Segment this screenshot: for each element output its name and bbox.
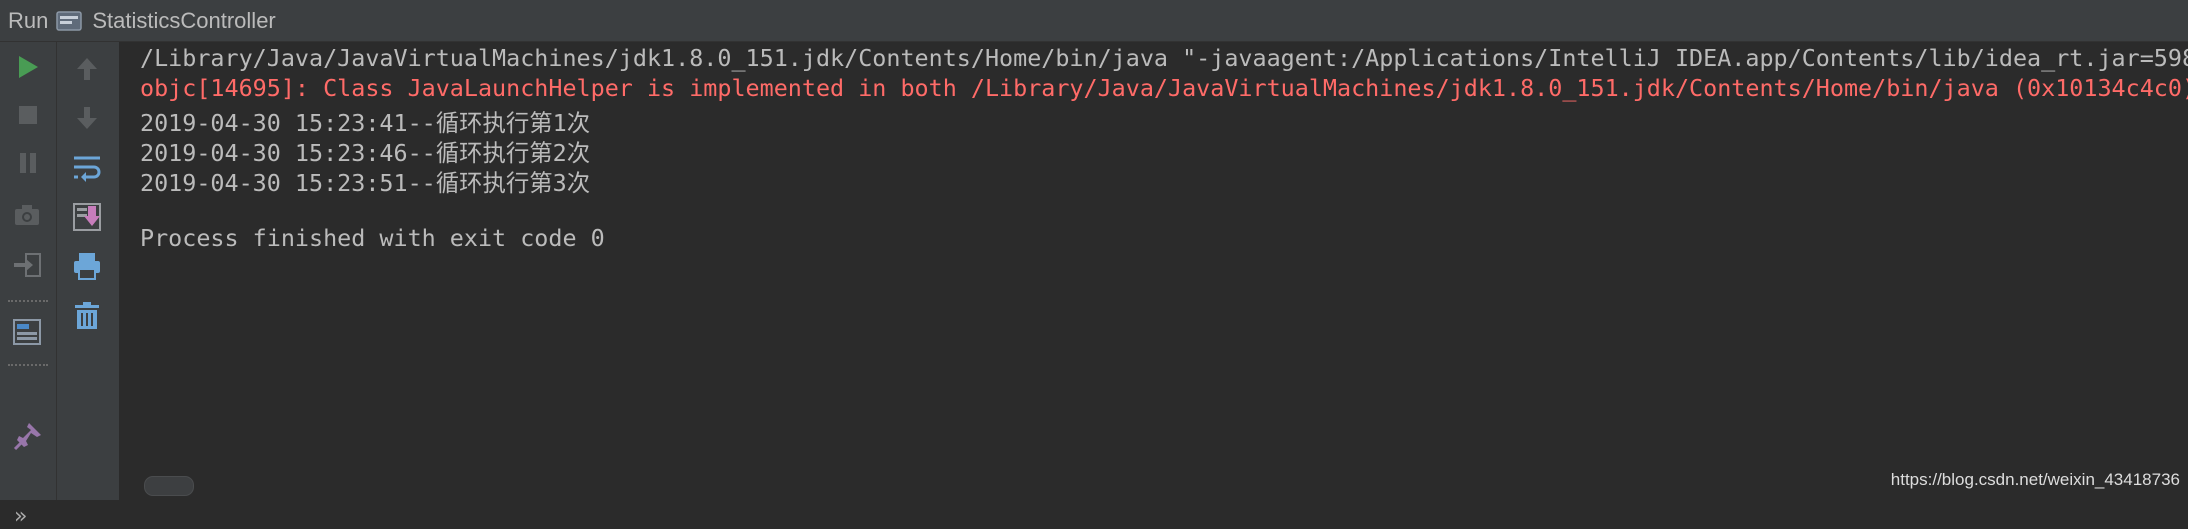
pin-icon — [13, 423, 41, 451]
toolbar-separator — [8, 364, 48, 366]
trash-icon — [75, 302, 99, 329]
run-tool-window-header: Run StatisticsController — [0, 0, 2188, 42]
clear-all-button[interactable] — [69, 298, 105, 334]
horizontal-scrollbar-thumb[interactable] — [144, 476, 194, 496]
toolbar-separator — [8, 300, 48, 302]
soft-wrap-button[interactable] — [69, 150, 105, 186]
console-output[interactable]: /Library/Java/JavaVirtualMachines/jdk1.8… — [120, 42, 2188, 500]
scroll-to-end-button[interactable] — [69, 199, 105, 235]
restore-layout-button[interactable] — [9, 314, 45, 350]
pin-tab-button[interactable] — [10, 418, 46, 454]
soft-wrap-icon — [74, 156, 101, 182]
exit-icon — [14, 253, 41, 277]
run-toolbar-secondary — [57, 42, 120, 500]
console-line-error: objc[14695]: Class JavaLaunchHelper is i… — [140, 74, 2188, 102]
pause-button[interactable] — [10, 145, 46, 181]
up-arrow-icon — [77, 58, 97, 80]
rerun-icon — [19, 56, 38, 78]
console-line: 2019-04-30 15:23:51--循环执行第3次 — [140, 169, 591, 197]
run-configuration-name[interactable]: StatisticsController — [92, 8, 275, 34]
previous-occurrence-button[interactable] — [69, 51, 105, 87]
console-line: /Library/Java/JavaVirtualMachines/jdk1.8… — [140, 44, 2188, 72]
console-line: 2019-04-30 15:23:46--循环执行第2次 — [140, 139, 591, 167]
down-arrow-icon — [77, 107, 97, 129]
pause-icon — [20, 153, 36, 173]
run-toolbar-primary: » — [0, 42, 57, 529]
restore-layout-icon — [13, 319, 41, 345]
run-configuration-icon — [56, 10, 83, 32]
stop-icon — [19, 106, 37, 124]
dump-threads-button[interactable] — [9, 197, 45, 233]
console-line: 2019-04-30 15:23:41--循环执行第1次 — [140, 109, 591, 137]
scroll-to-end-icon — [73, 203, 101, 231]
print-icon — [74, 253, 100, 280]
stop-button[interactable] — [10, 97, 46, 133]
exit-button[interactable] — [9, 247, 45, 283]
console-line-exit-status: Process finished with exit code 0 — [140, 224, 605, 252]
next-occurrence-button[interactable] — [69, 100, 105, 136]
more-actions-chevron-icon[interactable]: » — [14, 504, 28, 529]
print-button[interactable] — [69, 248, 105, 284]
rerun-button[interactable] — [10, 49, 46, 85]
watermark-url: https://blog.csdn.net/weixin_43418736 — [1890, 470, 2180, 489]
run-label: Run — [8, 7, 49, 33]
dump-threads-camera-icon — [15, 205, 39, 225]
